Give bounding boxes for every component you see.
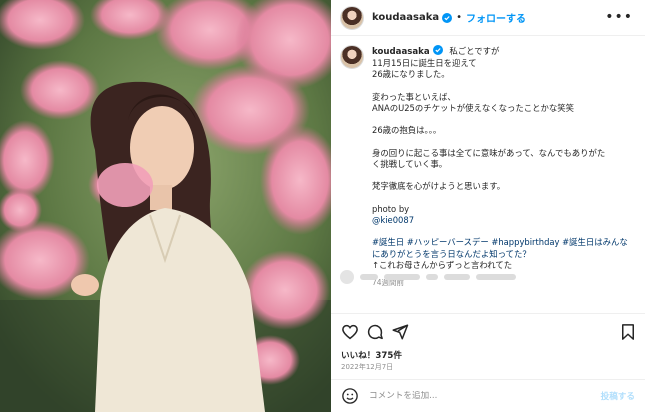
caption-line: 私ごとですが [449,46,500,56]
blurred-avatar [340,270,354,284]
verified-badge-icon [432,45,443,55]
caption-line: 26歳になりました。 [372,69,450,80]
caption-area: koudaasaka 私ごとですが 11月15日に誕生日を迎えて 26歳になりま… [331,37,645,297]
blurred-text [476,274,516,280]
action-bar [331,313,645,349]
caption-gap [372,81,634,92]
share-icon[interactable] [391,323,409,341]
post-side-panel: koudaasaka • フォローする ••• koudaasaka 私ごとです… [331,0,645,412]
follow-button[interactable]: フォローする [466,10,526,25]
comment-input[interactable] [369,391,589,401]
post-header: koudaasaka • フォローする ••• [331,0,645,36]
caption-row: koudaasaka 私ごとですが 11月15日に誕生日を迎えて 26歳になりま… [340,45,640,288]
caption-body: koudaasaka 私ごとですが 11月15日に誕生日を迎えて 26歳になりま… [372,45,634,288]
blurred-text [384,274,420,280]
photo-credit-link[interactable]: @kie0087 [372,215,634,226]
caption-gap [372,226,634,237]
caption-line: 変わった事といえば、 [372,91,456,102]
avatar[interactable] [340,5,364,30]
caption-gap [372,170,634,181]
caption-line: 身の回りに起こる事は全てに意味があって、なんでもありがた [372,147,606,158]
caption-line: ANAのU25のチケットが使えなくなったことかな笑笑 [372,103,575,113]
likes-count[interactable]: いいね！375件 [341,349,402,361]
comment-box: 投稿する [331,379,645,412]
post-photo-art [0,0,331,412]
caption-gap [372,114,634,125]
heart-icon[interactable] [341,323,359,341]
header-username[interactable]: koudaasaka [372,12,439,23]
caption-gap [372,137,634,148]
caption-username[interactable]: koudaasaka [372,47,430,57]
caption-avatar[interactable] [340,45,364,69]
header-separator: • [456,12,463,23]
comment-icon[interactable] [366,323,384,341]
bookmark-icon[interactable] [619,323,637,341]
blurred-comment [340,269,640,285]
blurred-text [426,274,438,280]
post-date: 2022年12月7日 [341,363,394,371]
caption-line: 梵字徹底を心がけようと思います。 [372,181,506,192]
blurred-text [360,274,378,280]
caption-first-line: koudaasaka 私ごとですが [372,45,634,58]
post-photo[interactable] [0,0,331,412]
caption-line: 26歳の抱負は。。。 [372,125,442,136]
emoji-icon[interactable] [341,387,359,405]
caption-line: 11月15日に誕生日を迎えて [372,58,477,69]
more-horizontal-icon[interactable]: ••• [605,10,633,24]
hashtag-line[interactable]: にありがとうを言う日なんだよ知ってた？ [372,249,634,260]
post-comment-button[interactable]: 投稿する [601,390,635,402]
caption-line: く挑戦していく事。 [372,158,448,169]
hashtag-line[interactable]: #誕生日 #ハッピーバースデー #happybirthday #誕生日はみんな [372,237,634,248]
blurred-text [444,274,470,280]
caption-gap [372,193,634,204]
verified-badge-icon [442,12,453,23]
caption-line: photo by [372,203,410,214]
